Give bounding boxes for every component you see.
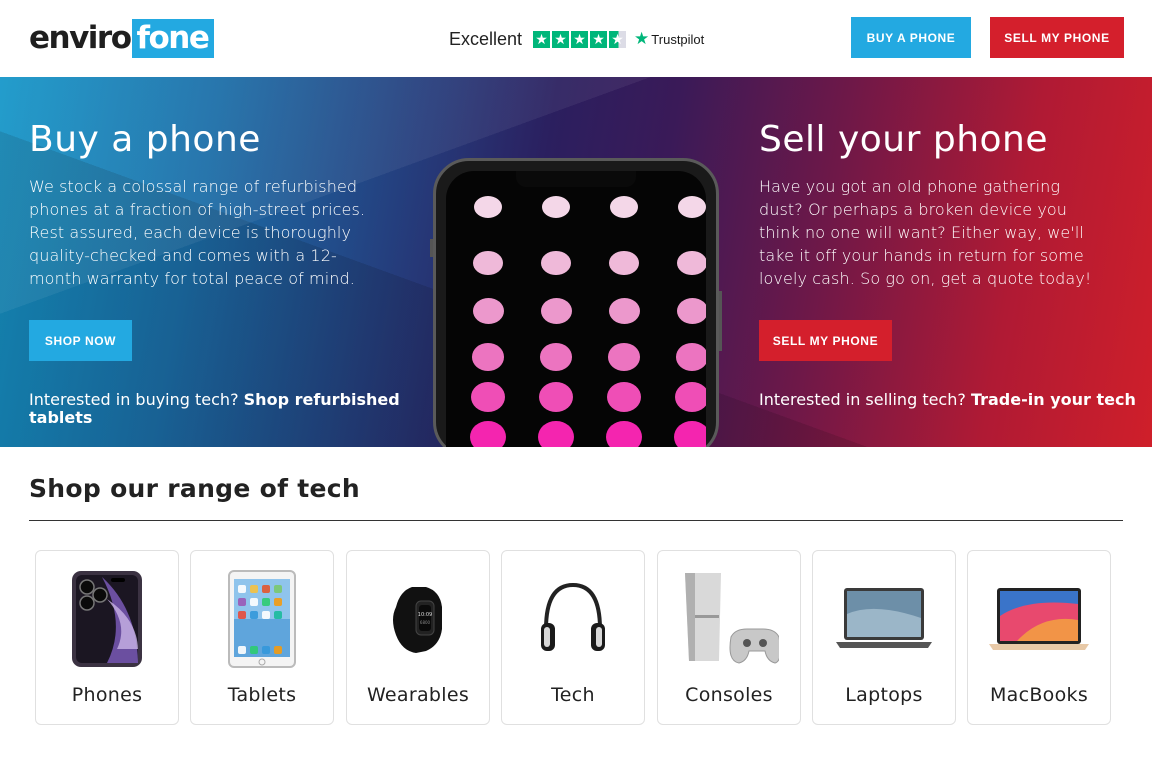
sell-tech-prompt-text: Interested in selling tech? [759,390,966,409]
category-label: Tablets [227,684,297,706]
tablet-icon [191,569,333,669]
smartphone-icon [36,569,178,669]
category-card-phones[interactable]: Phones [35,550,179,725]
shop-now-button[interactable]: SHOP NOW [29,320,132,361]
sell-my-phone-header-button[interactable]: SELL MY PHONE [990,17,1124,58]
sell-phone-title: Sell your phone [759,119,1048,160]
game-console-icon [658,569,800,669]
trustpilot-star-icon: ★ [634,29,650,48]
trustpilot-stars: ★ ★ ★ ★ ★ [533,30,627,48]
buy-tech-prompt-text: Interested in buying tech? [29,390,239,409]
trade-in-your-tech-link[interactable]: Trade-in your tech [971,390,1136,409]
buy-a-phone-button[interactable]: BUY A PHONE [851,17,971,58]
buy-phone-description: We stock a colossal range of refurbished… [29,177,366,288]
svg-text:10:09: 10:09 [418,612,432,618]
category-card-laptops[interactable]: Laptops [812,550,956,725]
sell-tech-prompt: Interested in selling tech? Trade-in you… [759,391,1139,409]
trustpilot-rating-label: Excellent [449,28,523,49]
macbook-icon [968,569,1110,669]
logo-text-fone: fone [131,19,215,58]
star-icon: ★ [533,30,551,48]
category-card-tablets[interactable]: Tablets [190,550,334,725]
category-card-consoles[interactable]: Consoles [657,550,801,725]
site-header: enviro fone Excellent ★ ★ ★ ★ ★ ★ Trustp… [0,0,1152,77]
star-icon: ★ [571,30,589,48]
category-card-macbooks[interactable]: MacBooks [967,550,1111,725]
sell-my-phone-hero-button[interactable]: SELL MY PHONE [759,320,892,361]
category-label: Consoles [685,684,773,706]
svg-text:6800: 6800 [420,620,431,625]
trustpilot-brand-label: Trustpilot [651,31,705,47]
section-divider [29,520,1123,521]
sell-phone-description: Have you got an old phone gathering dust… [759,177,1092,288]
category-label: Phones [71,684,143,706]
fitness-tracker-icon: 10:09 6800 [347,569,489,669]
hero-banner: Buy a phone We stock a colossal range of… [0,77,1152,447]
buy-phone-title: Buy a phone [29,119,261,160]
half-star-icon: ★ [609,30,627,48]
buy-tech-prompt: Interested in buying tech? Shop refurbis… [29,391,409,427]
category-label: Laptops [845,684,923,706]
envirofone-logo[interactable]: enviro fone [29,19,215,58]
trustpilot-widget[interactable]: Excellent ★ ★ ★ ★ ★ ★ Trustpilot [449,28,704,50]
range-section-title: Shop our range of tech [29,474,361,503]
trustpilot-brand: ★ Trustpilot [634,29,704,49]
category-label: Wearables [366,684,470,706]
category-card-wearables[interactable]: 10:09 6800 Wearables [346,550,490,725]
category-label: MacBooks [989,684,1089,706]
star-icon: ★ [552,30,570,48]
category-label: Tech [551,684,595,706]
category-card-tech[interactable]: Tech [501,550,645,725]
logo-text-enviro: enviro [29,20,132,56]
star-icon: ★ [590,30,608,48]
laptop-icon [813,569,955,669]
headphones-icon [502,569,644,669]
